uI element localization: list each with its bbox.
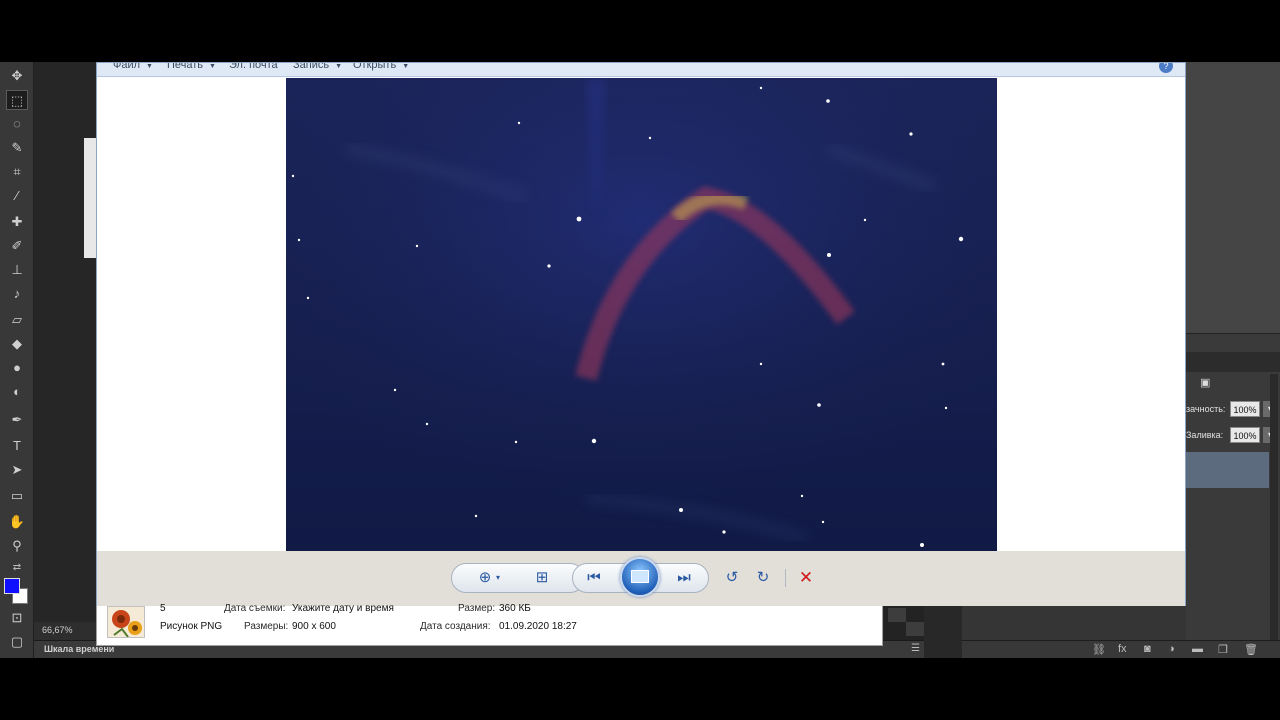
file-thumbnail [107,606,145,638]
link-layers-icon[interactable]: ⛓ [1092,643,1106,656]
chevron-down-icon: ▼ [146,63,153,70]
swap-colors-icon[interactable]: ⇄ [6,558,28,578]
photoshop-toolbar: ✥ ⬚ ◌ ✎ ⌗ ⁄ ✚ ✐ ⊥ ♪ ▱ ◆ ● ◐ ✒ T ➤ ▭ ✋ ⚲ … [0,62,34,658]
quick-select-tool-icon[interactable]: ✎ [6,138,28,158]
layers-panel-tabs [1186,352,1280,372]
rotate-left-icon[interactable]: ↺ [719,567,745,589]
date-taken-label: Дата съемки: [224,603,286,614]
flower-icon [112,610,142,637]
new-layer-icon[interactable]: ❐ [1218,643,1228,656]
move-tool-icon[interactable]: ✥ [6,66,28,86]
actual-size-icon[interactable]: ⊞ [529,567,555,589]
photoshop-canvas-edge [84,138,96,258]
slideshow-button[interactable] [620,557,660,597]
path-select-tool-icon[interactable]: ➤ [6,460,28,480]
file-info-panel: 5 Рисунок PNG Дата съемки: Укажите дату … [96,603,883,646]
menu-print[interactable]: Печать ▼ [167,63,216,71]
menu-file-label: Файл [113,63,141,71]
delete-layer-icon[interactable]: 🗑 [1244,643,1258,656]
menu-email[interactable]: Эл. почта [229,63,278,71]
zoom-tool-icon[interactable]: ⚲ [6,536,28,556]
lock-icon[interactable]: ▣ [1200,376,1210,389]
file-name: 5 [160,603,166,614]
swatch-cell [888,608,906,622]
history-brush-tool-icon[interactable]: ♪ [6,284,28,304]
blur-tool-icon[interactable]: ● [6,358,28,378]
zoom-level: 66,67% [42,625,73,635]
quick-mask-icon[interactable]: ⊡ [6,608,28,628]
shape-tool-icon[interactable]: ▭ [6,486,28,506]
foreground-color-swatch[interactable] [4,578,20,594]
photoshop-panel-dark [884,606,924,640]
selected-layer-row[interactable] [1186,452,1269,488]
rotate-right-icon[interactable]: ↻ [750,567,776,589]
menu-open-label: Открыть [353,63,397,71]
marquee-tool-icon[interactable]: ⬚ [6,90,28,110]
previous-icon[interactable]: ⏮ [581,567,607,589]
layers-bottom-bar: ⛓ fx ◙ ◑ ▬ ❐ 🗑 [962,640,1280,658]
paint-bucket-tool-icon[interactable]: ◆ [6,334,28,354]
photo-viewer-window: Файл ▼ Печать ▼ Эл. почта Запись ▼ Открыть ▼… [96,62,1186,606]
menu-burn-label: Запись [293,63,330,71]
photoshop-panel-mid [962,606,1186,640]
photoshop-panel-top [1186,62,1280,334]
chevron-down-icon: ▼ [209,63,216,70]
delete-icon[interactable]: ✕ [795,567,817,589]
brush-tool-icon[interactable]: ✐ [6,236,28,256]
menu-email-label: Эл. почта [229,63,278,71]
dodge-tool-icon[interactable]: ◐ [6,382,28,402]
chevron-down-icon[interactable]: ▾ [492,567,504,589]
menu-file[interactable]: Файл ▼ [113,63,153,71]
layers-scrollbar[interactable] [1270,374,1278,644]
help-icon[interactable]: ? [1159,63,1173,73]
dimensions-value: 900 x 600 [292,621,336,632]
menu-burn[interactable]: Запись ▼ [293,63,342,71]
menu-open[interactable]: Открыть ▼ [353,63,409,71]
stamp-tool-icon[interactable]: ⊥ [6,260,28,280]
displayed-photo [286,78,997,551]
dimensions-label: Размеры: [244,621,289,632]
swatch-cell [906,622,924,636]
healing-brush-tool-icon[interactable]: ✚ [6,212,28,232]
date-taken-value[interactable]: Укажите дату и время [292,603,394,614]
fill-field[interactable]: 100% [1230,427,1260,443]
viewer-menubar: Файл ▼ Печать ▼ Эл. почта Запись ▼ Открыть ▼… [97,63,1185,77]
hand-tool-icon[interactable]: ✋ [6,512,28,532]
type-tool-icon[interactable]: T [6,436,28,456]
opacity-field[interactable]: 100% [1230,401,1260,417]
screen-mode-icon[interactable]: ▢ [6,632,28,652]
panel-menu-icon[interactable]: ☰ [911,643,920,654]
slideshow-icon [631,570,649,583]
new-group-icon[interactable]: ▬ [1192,643,1203,655]
size-value: 360 КБ [499,603,531,614]
adjustment-layer-icon[interactable]: ◑ [1168,643,1175,655]
lasso-tool-icon[interactable]: ◌ [6,114,28,134]
chevron-down-icon: ▼ [335,63,343,70]
opacity-label: зачность: [1186,404,1226,414]
created-label: Дата создания: [420,621,491,632]
menu-print-label: Печать [167,63,204,71]
fill-label: Заливка: [1186,430,1224,440]
crop-tool-icon[interactable]: ⌗ [6,162,28,182]
next-icon[interactable]: ⏭ [671,567,697,589]
pen-tool-icon[interactable]: ✒ [6,410,28,430]
eyedropper-tool-icon[interactable]: ⁄ [6,186,28,206]
created-value: 01.09.2020 18:27 [499,621,577,632]
file-type: Рисунок PNG [160,621,223,632]
layer-style-icon[interactable]: fx [1118,643,1127,655]
night-sky-image [286,78,997,551]
eraser-tool-icon[interactable]: ▱ [6,310,28,330]
size-label: Размер: [458,603,496,614]
toolbar-separator [785,569,786,587]
chevron-down-icon: ▼ [402,63,410,70]
viewer-control-bar: ⊕ ▾ ⊞ ⏮ ⏭ ↺ ↻ ✕ [97,551,1185,606]
layer-mask-icon[interactable]: ◙ [1144,643,1151,655]
